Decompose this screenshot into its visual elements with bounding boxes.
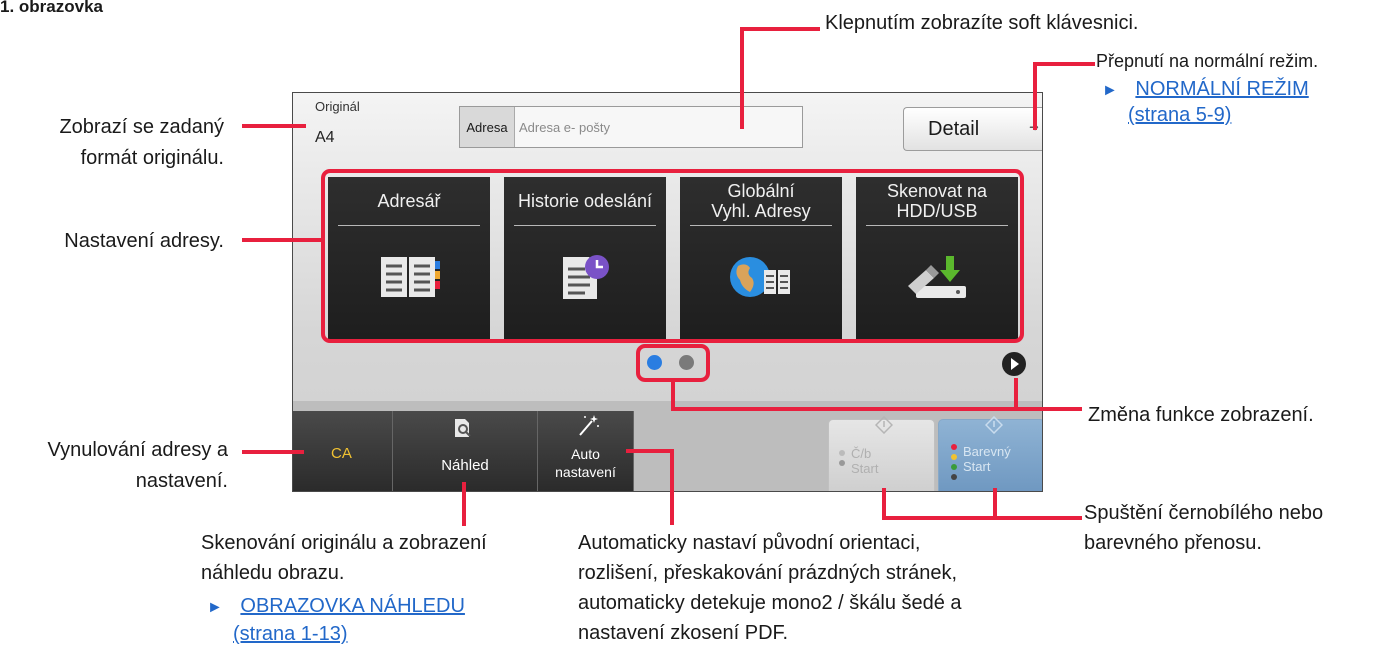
leader-line — [1033, 62, 1095, 66]
preview-icon — [452, 417, 474, 444]
detail-button-label: Detail — [928, 117, 980, 140]
start-icon — [984, 415, 1004, 439]
leader-line — [1014, 378, 1018, 410]
preview-link[interactable]: OBRAZOVKA NÁHLEDU — [240, 595, 465, 617]
bw-start-line: Start — [851, 461, 879, 476]
color-start-line: Barevný — [963, 444, 1011, 459]
color-start-button[interactable]: Barevný Start — [938, 415, 1042, 491]
arrow-icon: ► — [1102, 82, 1118, 99]
tiles-highlight-frame — [321, 169, 1024, 343]
auto-callout-3: automaticky detekuje mono2 / škálu šedé … — [578, 592, 962, 614]
ca-button-label: CA — [331, 445, 352, 462]
auto-callout-4: nastavení zkosení PDF. — [578, 622, 789, 644]
leader-line — [671, 407, 1082, 411]
reset-callout-2: nastavení. — [135, 470, 228, 492]
leader-line — [882, 516, 1082, 520]
auto-callout-2: rozlišení, přeskakování prázdných stráne… — [578, 562, 958, 584]
soft-keyboard-callout: Klepnutím zobrazíte soft klávesnici. — [825, 12, 1139, 34]
leader-line — [242, 124, 306, 128]
original-format-callout-1: Zobrazí se zadaný — [59, 116, 224, 138]
preview-button-label: Náhled — [441, 457, 489, 474]
email-address-input[interactable]: Adresa e- pošty — [515, 107, 610, 147]
original-value[interactable]: A4 — [315, 129, 335, 147]
address-setting-callout: Nastavení adresy. — [64, 230, 224, 252]
address-key-label: Adresa — [460, 107, 515, 147]
bw-start-label: Č/b Start — [851, 446, 878, 476]
original-label: Originál — [315, 99, 360, 114]
normal-mode-link-row: ► NORMÁLNÍ REŽIM — [1102, 76, 1309, 104]
color-start-label: Barevný Start — [963, 444, 1011, 474]
preview-link-row: ► OBRAZOVKA NÁHLEDU — [207, 593, 465, 621]
leader-line — [670, 449, 674, 525]
start-callout-2: barevného přenosu. — [1084, 532, 1262, 554]
preview-button[interactable]: Náhled — [393, 411, 538, 491]
leader-line — [242, 238, 322, 242]
leader-line — [242, 450, 304, 454]
page-heading: 1. obrazovka — [0, 0, 103, 16]
next-page-button[interactable] — [1002, 352, 1026, 376]
start-icon — [874, 415, 894, 439]
normal-mode-link[interactable]: NORMÁLNÍ REŽIM — [1135, 78, 1308, 100]
address-field[interactable]: Adresa Adresa e- pošty — [459, 106, 803, 148]
arrow-icon: ► — [207, 599, 223, 616]
leader-line — [740, 27, 820, 31]
normal-mode-callout: Přepnutí na normální režim. — [1096, 51, 1319, 71]
preview-callout-1: Skenování originálu a zobrazení — [201, 532, 487, 554]
preview-page-link[interactable]: (strana 1-13) — [233, 621, 348, 647]
detail-button[interactable]: Detail ➜ — [903, 107, 1042, 151]
auto-setting-line: Auto — [571, 446, 600, 462]
original-format-callout-2: formát originálu. — [80, 147, 224, 169]
preview-callout-2: náhledu obrazu. — [201, 562, 345, 584]
leader-line — [626, 449, 674, 453]
magic-wand-icon — [576, 413, 600, 442]
auto-setting-button[interactable]: Auto nastavení — [538, 411, 634, 491]
color-start-line: Start — [963, 459, 991, 474]
function-change-callout: Změna funkce zobrazení. — [1088, 404, 1314, 426]
bw-start-button[interactable]: Č/b Start — [828, 415, 935, 491]
start-callout-1: Spuštění černobílého nebo — [1084, 502, 1324, 524]
leader-line — [462, 482, 466, 526]
leader-line — [1033, 62, 1037, 130]
auto-setting-line: nastavení — [555, 464, 616, 480]
auto-callout-1: Automaticky nastaví původní orientaci, — [578, 532, 921, 554]
ca-button[interactable]: CA — [293, 411, 393, 491]
auto-setting-button-label: Auto nastavení — [538, 445, 633, 481]
dots-highlight-frame — [636, 344, 710, 382]
bw-start-line: Č/b — [851, 446, 872, 461]
reset-callout-1: Vynulování adresy a — [47, 439, 228, 461]
leader-line — [740, 27, 744, 129]
normal-mode-page-link[interactable]: (strana 5-9) — [1128, 102, 1231, 128]
